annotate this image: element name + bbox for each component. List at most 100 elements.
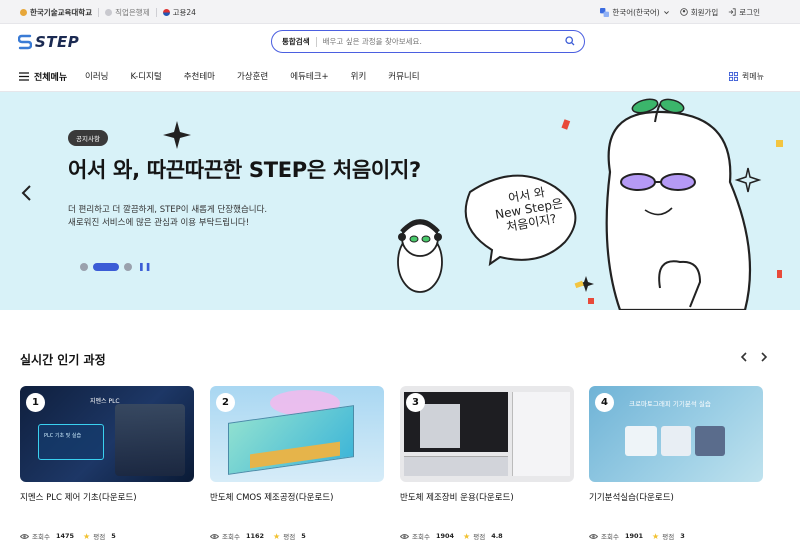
chevron-down-icon: [663, 10, 669, 14]
course-meta: 조회수 1901 ★ 평점 3: [589, 531, 694, 541]
chevron-left-icon[interactable]: [739, 351, 749, 363]
search-scope-label[interactable]: 통합검색: [282, 36, 310, 47]
notice-badge: 공지사항: [68, 130, 108, 146]
banner-subtext-line1: 더 편리하고 더 깔끔하게, STEP이 새롭게 단장했습니다.: [68, 205, 268, 215]
work24-label: 고용24: [172, 7, 196, 17]
signup-label: 회원가입: [690, 7, 719, 17]
hamburger-icon: [19, 71, 29, 81]
course-title[interactable]: 반도체 제조장비 운용(다운로드): [400, 491, 514, 503]
language-label: 한국어(한국어): [612, 7, 660, 17]
quick-menu-button[interactable]: 퀵메뉴: [728, 60, 764, 92]
quick-menu-label: 퀵메뉴: [741, 71, 764, 81]
login-label: 로그인: [739, 7, 760, 17]
nav-item-wiki[interactable]: 위키: [351, 70, 367, 82]
course-card[interactable]: 지멘스 PLC PLC 기초 및 실습 1 지멘스 PLC 제어 기초(다운로드…: [20, 386, 194, 541]
course-thumbnail[interactable]: 2: [210, 386, 384, 482]
thumbnail-equipment: [420, 404, 460, 448]
eye-icon: [400, 533, 409, 539]
banner-subtext-line2: 새로워진 서비스에 많은 관심과 이용 부탁드립니다!: [68, 218, 250, 228]
nav-item-elearning[interactable]: 이러닝: [85, 70, 108, 82]
star-icon: ★: [83, 531, 91, 541]
step-logo[interactable]: STEP: [18, 33, 79, 51]
signup-link[interactable]: 회원가입: [679, 7, 719, 18]
course-thumbnail[interactable]: 3: [400, 386, 574, 482]
rating-value: 4.8: [491, 532, 503, 540]
thumbnail-panel: [512, 392, 570, 476]
koreatech-label: 한국기술교육대학교: [30, 7, 93, 17]
eye-icon: [589, 533, 598, 539]
views-count: 1904: [435, 532, 455, 540]
star-icon: ★: [652, 531, 660, 541]
step-logo-mark-icon: [18, 34, 32, 50]
star-icon: ★: [463, 531, 471, 541]
rank-badge: 4: [595, 393, 614, 412]
pagination-dot-active[interactable]: [93, 262, 119, 271]
job-bank-logo-icon: [105, 8, 113, 16]
language-selector[interactable]: 한국어(한국어): [600, 7, 669, 18]
rating-label: 평점: [283, 533, 296, 541]
course-card[interactable]: 크로마토그래피 기기분석 실습 4 기기분석실습(다운로드) 조회수 1901 …: [589, 386, 763, 541]
rating-label: 평점: [662, 533, 675, 541]
login-icon: [729, 8, 736, 16]
carousel-controls: [739, 351, 769, 363]
thumbnail-tile: [625, 426, 657, 456]
rank-badge: 2: [216, 393, 235, 412]
top-utility-bar: 한국기술교육대학교 직업은행제 고용24 한국어(한국어) 회원가입 로그인: [0, 0, 800, 24]
thumbnail-wafer: [228, 405, 354, 475]
rating-label: 평점: [473, 533, 486, 541]
course-title[interactable]: 지멘스 PLC 제어 기초(다운로드): [20, 491, 137, 503]
course-card[interactable]: 2 반도체 CMOS 제조공정(다운로드) 조회수 1162 ★ 평점 5: [210, 386, 384, 541]
grid-icon: [728, 71, 738, 81]
nav-item-virtual-training[interactable]: 가상훈련: [237, 70, 268, 82]
sparkle-icon: [734, 167, 762, 193]
rank-badge: 1: [26, 393, 45, 412]
views-label: 조회수: [412, 533, 430, 541]
user-icon: [679, 8, 688, 16]
pagination-dot[interactable]: [124, 262, 132, 271]
sparkle-icon: [163, 121, 191, 149]
koreatech-link[interactable]: 한국기술교육대학교: [20, 7, 92, 18]
views-count: 1162: [245, 532, 265, 540]
nav-item-community[interactable]: 커뮤니티: [388, 70, 419, 82]
rating-label: 평점: [93, 533, 106, 541]
views-label: 조회수: [32, 533, 50, 541]
thumbnail-subcaption: PLC 기초 및 실습: [44, 433, 82, 439]
chevron-right-icon[interactable]: [759, 351, 769, 363]
banner-prev-button[interactable]: [20, 184, 32, 206]
thumbnail-caption: 지멘스 PLC: [90, 398, 120, 405]
search-input[interactable]: [322, 37, 553, 46]
course-card[interactable]: 3 반도체 제조장비 운용(다운로드) 조회수 1904 ★ 평점 4.8: [400, 386, 574, 541]
hero-banner: 공지사항 어서 와, 따끈따끈한 STEP은 처음이지? 더 편리하고 더 깔끔…: [0, 92, 800, 310]
thumbnail-tile: [661, 426, 691, 456]
rating-value: 5: [111, 532, 116, 540]
course-meta: 조회수 1904 ★ 평점 4.8: [400, 531, 512, 541]
star-icon: ★: [273, 531, 281, 541]
course-title[interactable]: 기기분석실습(다운로드): [589, 491, 674, 503]
course-meta: 조회수 1475 ★ 평점 5: [20, 531, 125, 541]
chevron-left-icon: [21, 185, 31, 201]
views-count: 1901: [624, 532, 644, 540]
pagination-dot[interactable]: [80, 262, 88, 271]
divider: [155, 7, 157, 17]
course-thumbnail[interactable]: 지멘스 PLC PLC 기초 및 실습 1: [20, 386, 194, 482]
eye-icon: [20, 533, 29, 539]
pause-icon[interactable]: ❚❚: [138, 262, 151, 271]
nav-item-recommended-themes[interactable]: 추천테마: [184, 70, 215, 82]
main-nav: 전체메뉴 이러닝 K-디지털 추천테마 가상훈련 에듀테크+ 위키 커뮤니티 퀵…: [0, 60, 800, 92]
search-icon[interactable]: [565, 36, 575, 46]
course-thumbnail[interactable]: 크로마토그래피 기기분석 실습 4: [589, 386, 763, 482]
work24-logo-icon: [162, 8, 170, 16]
rating-value: 5: [301, 532, 306, 540]
popular-courses-title: 실시간 인기 과정: [20, 353, 106, 367]
nav-item-edutech[interactable]: 에듀테크+: [290, 70, 328, 82]
all-menu-label: 전체메뉴: [34, 72, 68, 83]
login-link[interactable]: 로그인: [728, 7, 760, 18]
course-title[interactable]: 반도체 CMOS 제조공정(다운로드): [210, 491, 333, 503]
work24-link[interactable]: 고용24: [162, 7, 196, 18]
translate-icon: [600, 7, 610, 17]
nav-item-k-digital[interactable]: K-디지털: [130, 70, 161, 82]
views-label: 조회수: [601, 533, 619, 541]
job-bank-link[interactable]: 직업은행제: [105, 7, 150, 18]
all-menu-button[interactable]: 전체메뉴: [19, 60, 67, 92]
search-bar[interactable]: 통합검색: [271, 30, 585, 53]
